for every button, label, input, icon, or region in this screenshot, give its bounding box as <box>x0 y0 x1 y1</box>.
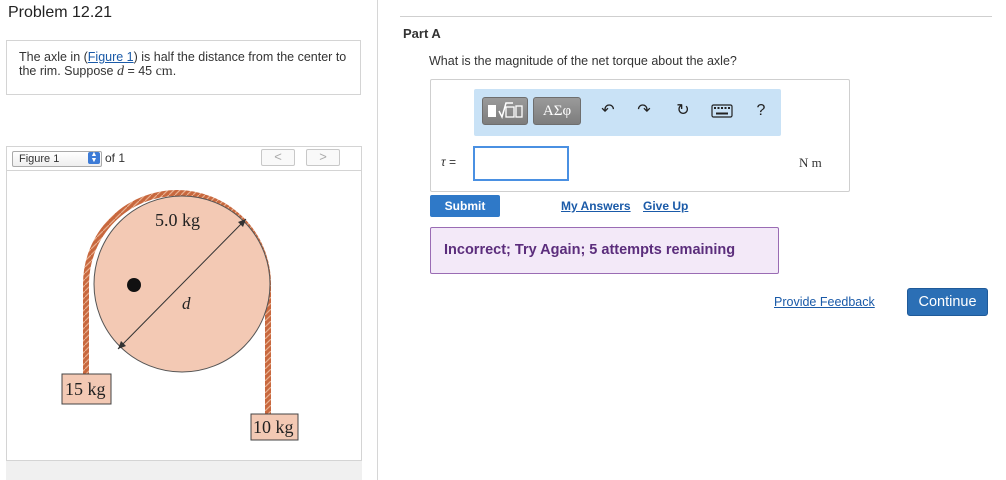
next-figure-button[interactable]: > <box>306 149 340 166</box>
header-rule <box>400 16 992 17</box>
answer-variable-label: τ = <box>441 155 456 169</box>
provide-feedback-link[interactable]: Provide Feedback <box>774 295 875 309</box>
greek-icon[interactable]: ΑΣφ <box>533 97 581 125</box>
template-glyph <box>488 102 523 120</box>
submit-button[interactable]: Submit <box>430 195 500 217</box>
template-icon[interactable] <box>482 97 528 125</box>
statement-end: . <box>172 64 177 78</box>
my-answers-link[interactable]: My Answers <box>561 199 631 213</box>
answer-units: N m <box>799 155 822 170</box>
redo-icon[interactable]: ↷ <box>633 99 655 123</box>
statement-unit: cm <box>155 64 173 79</box>
figure-link[interactable]: Figure 1 <box>88 50 134 64</box>
problem-title: Problem 12.21 <box>8 4 113 21</box>
right-mass-label: 10 kg <box>253 417 294 437</box>
diameter-label: d <box>182 294 191 313</box>
feedback-message: Incorrect; Try Again; 5 attempts remaini… <box>430 227 779 274</box>
axle-dot <box>127 278 141 292</box>
help-icon[interactable]: ? <box>750 99 772 123</box>
answer-input[interactable] <box>473 146 569 181</box>
statement-value: = 45 <box>123 64 156 78</box>
left-mass-label: 15 kg <box>65 379 106 399</box>
figure-footer <box>6 460 362 480</box>
panel-divider <box>377 0 378 480</box>
continue-button[interactable]: Continue <box>907 288 988 316</box>
select-arrows-icon[interactable]: ▲ ▼ <box>88 151 100 164</box>
variable-d: d <box>116 64 124 79</box>
question-text: What is the magnitude of the net torque … <box>429 54 737 68</box>
prev-figure-button[interactable]: < <box>261 149 295 166</box>
reset-icon[interactable]: ↻ <box>672 99 694 123</box>
figure-count: of 1 <box>105 151 126 165</box>
keyboard-icon[interactable] <box>710 99 734 123</box>
pulley-diagram: 5.0 kg d 15 kg 10 kg <box>61 190 299 441</box>
figure-panel: 5.0 kg d 15 kg 10 kg <box>6 171 362 460</box>
undo-icon[interactable]: ↶ <box>597 99 619 123</box>
statement-text: The axle in ( <box>19 50 88 64</box>
wheel-mass-label: 5.0 kg <box>155 210 200 230</box>
part-label: Part A <box>403 26 441 41</box>
math-toolbar: ΑΣφ ↶ ↷ ↻ ? <box>474 89 781 136</box>
keyboard-glyph <box>711 104 733 118</box>
give-up-link[interactable]: Give Up <box>643 199 688 213</box>
problem-statement: The axle in (Figure 1) is half the dista… <box>6 40 361 95</box>
